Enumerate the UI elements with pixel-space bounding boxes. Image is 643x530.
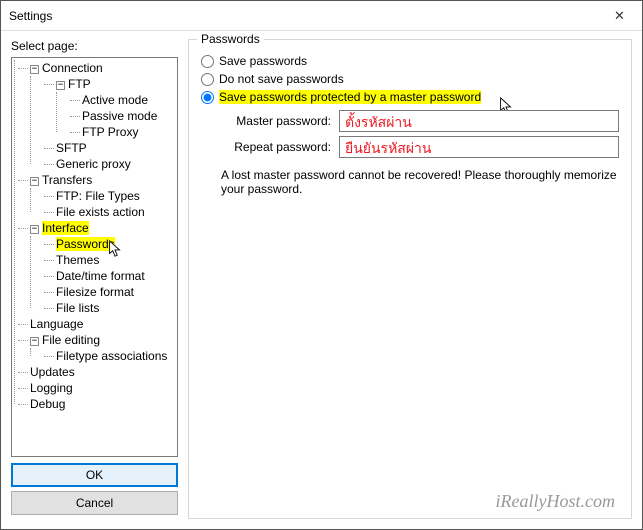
watermark: iReallyHost.com: [496, 491, 615, 512]
button-row: OK Cancel: [11, 463, 178, 519]
tree-sftp[interactable]: SFTP: [44, 140, 177, 156]
window-title: Settings: [9, 9, 52, 23]
tree-filelists[interactable]: File lists: [44, 300, 177, 316]
tree-passive-mode[interactable]: Passive mode: [70, 108, 177, 124]
group-label: Passwords: [197, 32, 264, 46]
ok-button[interactable]: OK: [11, 463, 178, 487]
radio-save-label: Save passwords: [219, 54, 307, 68]
tree-filetype-assoc[interactable]: Filetype associations: [44, 348, 177, 364]
left-pane: Select page: −Connection −FTP Active mod…: [11, 39, 178, 519]
tree-logging[interactable]: Logging: [18, 380, 177, 396]
tree-ftp-proxy[interactable]: FTP Proxy: [70, 124, 177, 140]
radio-save-passwords[interactable]: Save passwords: [201, 54, 619, 68]
radio-master-label: Save passwords protected by a master pas…: [219, 90, 481, 104]
warning-text: A lost master password cannot be recover…: [221, 168, 619, 196]
tree-updates[interactable]: Updates: [18, 364, 177, 380]
body: Select page: −Connection −FTP Active mod…: [1, 31, 642, 529]
collapse-icon[interactable]: −: [56, 81, 65, 90]
tree-file-types[interactable]: FTP: File Types: [44, 188, 177, 204]
tree-debug[interactable]: Debug: [18, 396, 177, 412]
tree-datetime[interactable]: Date/time format: [44, 268, 177, 284]
tree-transfers[interactable]: −Transfers FTP: File Types File exists a…: [18, 172, 177, 220]
collapse-icon[interactable]: −: [30, 177, 39, 186]
tree-active-mode[interactable]: Active mode: [70, 92, 177, 108]
passwords-panel: Passwords Save passwords Do not save pas…: [188, 39, 632, 519]
tree-connection[interactable]: −Connection −FTP Active mode Passive mod…: [18, 60, 177, 172]
collapse-icon[interactable]: −: [30, 337, 39, 346]
repeat-password-label: Repeat password:: [221, 140, 331, 154]
settings-window: Settings ✕ Select page: −Connection −FTP…: [0, 0, 643, 530]
collapse-icon[interactable]: −: [30, 225, 39, 234]
tree-ftp[interactable]: −FTP Active mode Passive mode FTP Proxy: [44, 76, 177, 140]
radio-save-input[interactable]: [201, 55, 214, 68]
close-button[interactable]: ✕: [597, 1, 642, 31]
repeat-password-row: Repeat password: ยืนยันรหัสผ่าน: [221, 136, 619, 158]
tree-passwords[interactable]: Passwords: [44, 236, 177, 252]
tree-filesize[interactable]: Filesize format: [44, 284, 177, 300]
titlebar: Settings ✕: [1, 1, 642, 31]
tree-file-editing[interactable]: −File editing Filetype associations: [18, 332, 177, 364]
tree-themes[interactable]: Themes: [44, 252, 177, 268]
master-password-label: Master password:: [221, 114, 331, 128]
close-icon: ✕: [614, 8, 625, 24]
collapse-icon[interactable]: −: [30, 65, 39, 74]
radio-dont-save-label: Do not save passwords: [219, 72, 344, 86]
radio-dont-save[interactable]: Do not save passwords: [201, 72, 619, 86]
tree-language[interactable]: Language: [18, 316, 177, 332]
repeat-password-input[interactable]: [339, 136, 619, 158]
radio-master-password[interactable]: Save passwords protected by a master pas…: [201, 90, 619, 104]
master-password-row: Master password: ตั้งรหัสผ่าน: [221, 110, 619, 132]
cancel-button[interactable]: Cancel: [11, 491, 178, 515]
page-tree[interactable]: −Connection −FTP Active mode Passive mod…: [11, 57, 178, 457]
radio-dont-save-input[interactable]: [201, 73, 214, 86]
tree-generic-proxy[interactable]: Generic proxy: [44, 156, 177, 172]
select-page-label: Select page:: [11, 39, 178, 53]
tree-file-exists[interactable]: File exists action: [44, 204, 177, 220]
master-fields: Master password: ตั้งรหัสผ่าน Repeat pas…: [221, 110, 619, 158]
master-password-input[interactable]: [339, 110, 619, 132]
tree-interface[interactable]: −Interface Passwords Themes Date/time fo…: [18, 220, 177, 316]
radio-master-input[interactable]: [201, 91, 214, 104]
